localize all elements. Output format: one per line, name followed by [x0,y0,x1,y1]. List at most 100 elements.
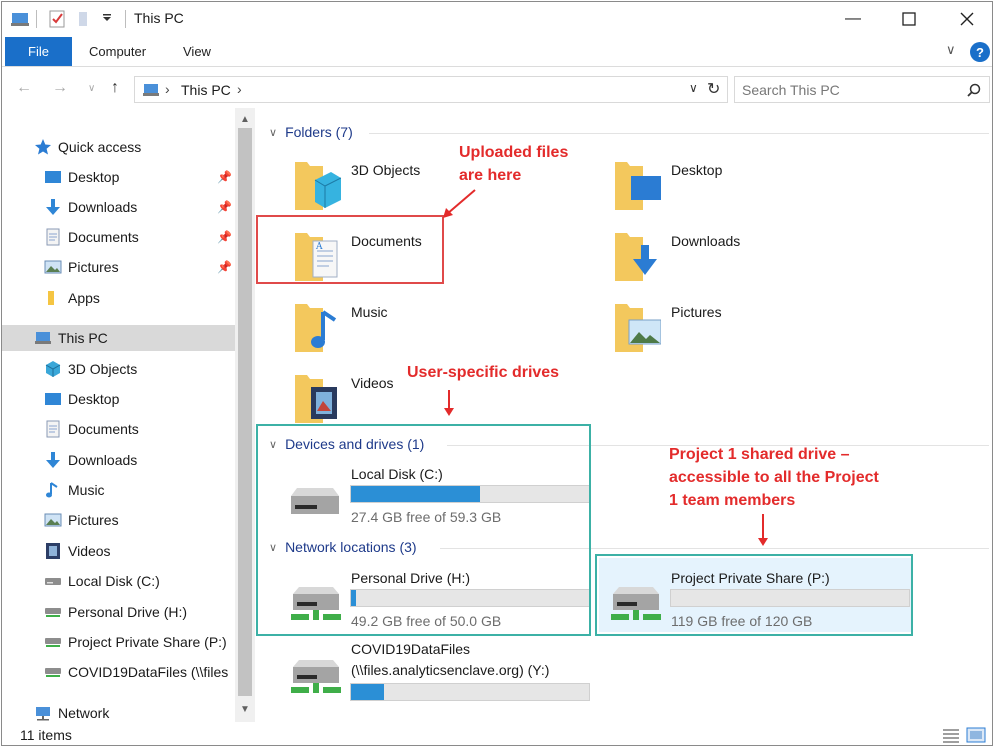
folder-label: Music [351,304,388,320]
breadcrumb-chevron-icon[interactable]: › [237,81,242,97]
annotation-line: are here [459,167,522,184]
sidebar-item-network[interactable]: Network [2,700,235,726]
collapse-chevron-icon[interactable]: ∨ [269,126,277,139]
folders-group-header[interactable]: ∨ Folders (7) [269,124,353,140]
up-arrow-icon[interactable]: ↑ [111,79,119,97]
desktop-icon [45,171,61,183]
download-icon [46,452,60,468]
back-arrow-icon[interactable]: ← [16,79,32,97]
breadcrumb-separator-icon[interactable]: › [165,81,170,97]
annotation-arrow [444,390,454,416]
sidebar-item-desktop[interactable]: Desktop 📌 [2,164,235,190]
search-input[interactable]: Search This PC [734,76,990,103]
tab-computer[interactable]: Computer [89,44,146,59]
address-dropdown-icon[interactable]: ∨ [689,81,698,95]
videos-folder-icon [295,375,337,423]
drive-label: COVID19DataFiles [351,641,471,657]
help-icon[interactable]: ? [970,42,990,62]
group-divider [369,133,989,134]
sidebar-item-pictures[interactable]: Pictures 📌 [2,254,235,280]
annotation-uploaded-files: Uploaded files are here [459,141,568,187]
large-icons-view-icon[interactable] [966,727,986,743]
window-title: This PC [134,10,184,26]
network-drive-icon [45,668,61,677]
network-drive-icon [291,660,341,693]
customize-toolbar-icon[interactable] [102,13,112,23]
sidebar-item-covid19-files[interactable]: COVID19DataFiles (\\files [2,659,235,685]
sidebar-item-personal-drive[interactable]: Personal Drive (H:) [2,599,235,625]
annotation-box-user-drives [256,424,591,636]
close-button[interactable] [944,2,990,36]
sidebar-item-apps[interactable]: Apps [2,285,235,311]
sidebar-item-quick-access[interactable]: Quick access [2,134,235,160]
pin-icon[interactable]: 📌 [217,230,232,244]
desktop-folder-icon [615,162,661,210]
sidebar-item-this-pc[interactable]: This PC [2,325,235,351]
folder-label: Desktop [671,162,723,178]
forward-arrow-icon[interactable]: → [52,79,68,97]
sidebar-item-videos[interactable]: Videos [2,538,235,564]
search-icon[interactable] [967,83,981,97]
folder-label: 3D Objects [351,162,421,178]
sidebar-item-local-disk[interactable]: Local Disk (C:) [2,568,235,594]
sidebar-item-documents[interactable]: Documents [2,416,235,442]
document-icon [46,420,60,438]
expand-ribbon-icon[interactable]: ∨ [946,42,956,58]
sidebar-item-downloads[interactable]: Downloads 📌 [2,194,235,220]
sidebar-item-3d-objects[interactable]: 3D Objects [2,356,235,382]
recent-locations-icon[interactable]: ∨ [88,83,95,94]
sidebar-item-desktop[interactable]: Desktop [2,386,235,412]
drive-tile-covid19-files[interactable]: COVID19DataFiles (\\files.analyticsencla… [285,641,615,705]
pin-icon[interactable]: 📌 [217,260,232,274]
ribbon-divider [2,66,992,67]
scrollbar-thumb[interactable] [238,128,252,696]
disk-icon [45,578,61,585]
sidebar-item-label: Downloads [68,452,138,468]
search-placeholder: Search This PC [742,82,840,98]
refresh-icon[interactable]: ↻ [707,79,720,99]
folder-label: Downloads [671,233,741,249]
navigation-pane: Quick access Desktop 📌 Downloads 📌 Docum… [2,108,255,722]
sidebar-item-music[interactable]: Music [2,477,235,503]
annotation-project-drive: Project 1 shared drive – accessible to a… [669,443,879,512]
properties-icon[interactable] [48,9,66,29]
minimize-button[interactable]: — [830,2,876,36]
details-view-icon[interactable] [942,727,960,743]
pin-icon[interactable]: 📌 [217,200,232,214]
sidebar-item-downloads[interactable]: Downloads [2,447,235,473]
sidebar-item-documents[interactable]: Documents 📌 [2,224,235,250]
folder-tile-music[interactable]: Music [293,296,593,360]
network-drive-icon [45,638,61,647]
sidebar-item-project-share[interactable]: Project Private Share (P:) [2,629,235,655]
download-icon [46,199,60,215]
tab-file[interactable]: File [5,37,72,66]
folder-tile-pictures[interactable]: Pictures [613,296,913,360]
sidebar-scrollbar[interactable]: ▲ ▼ [235,108,255,722]
maximize-button[interactable] [886,2,932,36]
music-icon [46,482,58,498]
breadcrumb-this-pc[interactable]: This PC [181,82,231,98]
folder-icon [48,291,54,305]
sidebar-item-label: Pictures [68,259,119,275]
scroll-down-icon[interactable]: ▼ [240,704,250,715]
address-bar[interactable]: › This PC › ∨ ↻ [134,76,728,103]
this-pc-icon [143,84,159,96]
pictures-icon [44,513,62,527]
downloads-folder-icon [615,233,657,281]
drive-path-label: (\\files.analyticsenclave.org) (Y:) [351,662,550,678]
sidebar-item-label: Downloads [68,199,138,215]
scroll-up-icon[interactable]: ▲ [240,114,250,125]
annotation-line: Uploaded files [459,144,569,161]
folder-tile-downloads[interactable]: Downloads [613,225,913,289]
new-folder-icon[interactable] [76,9,94,29]
folder-tile-desktop[interactable]: Desktop [613,154,913,218]
annotation-arrow [443,189,476,218]
sidebar-item-label: Network [58,705,110,721]
ribbon: File Computer View ∨ ? [2,37,992,67]
tab-view[interactable]: View [183,44,211,59]
sidebar-item-label: 3D Objects [68,361,138,377]
status-bar: 11 items [2,724,992,745]
pin-icon[interactable]: 📌 [217,170,232,184]
drive-usage-bar [350,683,590,701]
sidebar-item-pictures[interactable]: Pictures [2,507,235,533]
